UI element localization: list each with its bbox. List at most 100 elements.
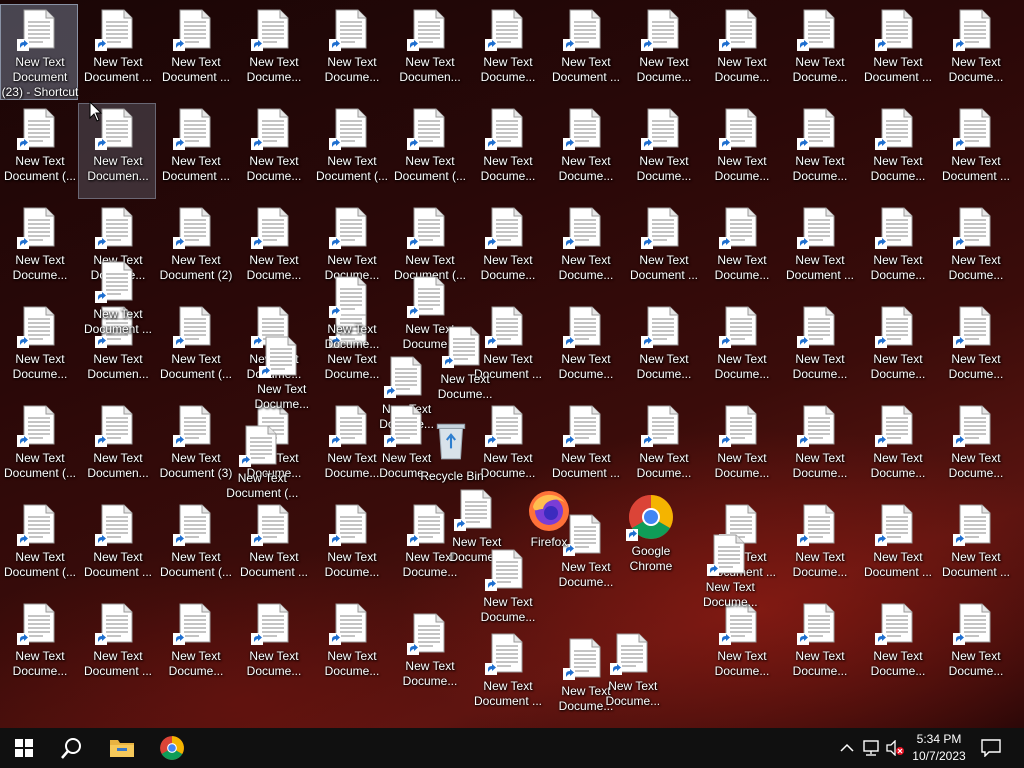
shortcut-arrow-icon (173, 237, 185, 249)
text-document-shortcut[interactable]: New Text Docume... (936, 301, 1014, 397)
firefox-label: Firefox (530, 535, 568, 549)
text-document-shortcut[interactable]: New Text Docume... (858, 301, 936, 397)
text-document-shortcut[interactable]: New Text Document (... (390, 103, 468, 199)
shortcut-arrow-icon (563, 435, 575, 447)
google-chrome-shortcut[interactable]: Google Chrome (611, 490, 689, 586)
text-document-shortcut[interactable]: New Text Docume... (0, 202, 78, 298)
shortcut-arrow-icon (719, 39, 731, 51)
text-document-shortcut[interactable]: New Text Docume... (0, 598, 78, 694)
icon-label: New Text Document (... (3, 451, 77, 480)
text-document-shortcut[interactable]: New Text Document ... (858, 499, 936, 595)
volume-button[interactable] (884, 736, 906, 760)
text-document-shortcut[interactable]: New Text Docume... (936, 4, 1014, 100)
text-document-shortcut[interactable]: New Text Docume... (624, 400, 702, 496)
clock[interactable]: 5:34 PM 10/7/2023 (908, 731, 970, 765)
text-document-shortcut[interactable]: New Text Document (... (0, 400, 78, 496)
text-document-shortcut[interactable]: New Text Docume... (702, 400, 780, 496)
text-document-shortcut[interactable]: New Text Document ... (78, 256, 156, 352)
text-document-shortcut[interactable]: New Text Document ... (936, 103, 1014, 199)
text-document-shortcut[interactable]: New Text Docume... (546, 103, 624, 199)
text-document-shortcut[interactable]: New Text Docume... (780, 400, 858, 496)
icon-label: New Text Docume... (870, 352, 926, 381)
chrome-taskbar-button[interactable] (148, 728, 196, 768)
text-document-shortcut[interactable]: New Text Documen... (78, 400, 156, 496)
text-document-shortcut[interactable]: New Text Docume... (624, 4, 702, 100)
text-document-shortcut[interactable]: New Text Document ... (780, 202, 858, 298)
text-document-shortcut[interactable]: New Text Document ... (624, 202, 702, 298)
firefox-shortcut[interactable]: Firefox (509, 484, 587, 580)
shortcut-arrow-icon (95, 39, 107, 51)
shortcut-arrow-icon (407, 39, 419, 51)
text-document-shortcut[interactable]: New Text Docume... (312, 499, 390, 595)
start-button[interactable] (0, 728, 48, 768)
text-document-shortcut[interactable]: New Text Documen... (390, 4, 468, 100)
text-document-shortcut[interactable]: New Text Docume... (468, 103, 546, 199)
text-document-shortcut[interactable]: New Text Docume... (624, 103, 702, 199)
text-document-shortcut[interactable]: New Text Docume... (702, 103, 780, 199)
text-document-shortcut[interactable]: New Text Document ... (468, 628, 546, 724)
text-document-shortcut[interactable]: New Text Docume... (780, 499, 858, 595)
text-document-shortcut[interactable]: New Text Docume... (546, 301, 624, 397)
text-document-shortcut[interactable]: New Text Document (... (312, 103, 390, 199)
text-document-shortcut[interactable]: New Text Document ... (156, 103, 234, 199)
search-button[interactable] (48, 728, 96, 768)
file-explorer-button[interactable] (98, 728, 146, 768)
text-document-shortcut[interactable]: New Text Document ... (858, 4, 936, 100)
text-document-shortcut[interactable]: New Text Docume... (156, 598, 234, 694)
text-document-shortcut[interactable]: New Text Docume... (702, 4, 780, 100)
text-document-shortcut[interactable]: New Text Docume... (390, 608, 468, 704)
text-document-shortcut[interactable]: New Text Document (2) (156, 202, 234, 298)
text-document-shortcut[interactable]: New Text Document (23) - Shortcut (0, 4, 78, 100)
text-document-shortcut[interactable]: New Text Docume... (936, 202, 1014, 298)
text-document-shortcut[interactable]: New Text Docume... (858, 103, 936, 199)
recycle-bin-shortcut[interactable]: Recycle Bin (412, 416, 490, 512)
text-document-shortcut[interactable]: New Text Docume... (234, 202, 312, 298)
text-document-shortcut[interactable]: New Text Document (... (156, 301, 234, 397)
text-document-shortcut[interactable]: New Text Docume... (234, 103, 312, 199)
text-document-shortcut[interactable]: New Text Document ... (78, 4, 156, 100)
text-document-shortcut[interactable]: New Text Document (... (0, 499, 78, 595)
text-document-shortcut[interactable]: New Text Document (... (222, 420, 300, 516)
text-document-shortcut[interactable]: New Text Docume... (858, 202, 936, 298)
text-document-shortcut[interactable]: New Text Docume... (780, 103, 858, 199)
text-document-shortcut[interactable]: New Text Docume... (690, 529, 768, 625)
text-document-shortcut[interactable]: New Text Docume... (858, 598, 936, 694)
text-document-shortcut[interactable]: New Text Docume... (0, 301, 78, 397)
icon-label: New Text Docume... (714, 154, 770, 183)
text-document-shortcut[interactable]: New Text Document ... (546, 4, 624, 100)
shortcut-arrow-icon (609, 662, 622, 675)
text-document-shortcut[interactable]: New Text Docume... (234, 4, 312, 100)
text-document-shortcut[interactable]: New Text Docume... (780, 301, 858, 397)
text-document-shortcut[interactable]: New Text Docume... (546, 202, 624, 298)
text-document-shortcut[interactable]: New Text Document ... (78, 499, 156, 595)
text-document-shortcut[interactable]: New Text Docume... (234, 598, 312, 694)
text-document-shortcut[interactable]: New Text Docume... (312, 598, 390, 694)
text-document-shortcut[interactable]: New Text Document ... (78, 598, 156, 694)
icon-label: New Text Docume... (948, 649, 1004, 678)
shortcut-arrow-icon (407, 534, 419, 546)
text-document-shortcut[interactable]: New Text Docume... (936, 598, 1014, 694)
text-document-shortcut[interactable]: New Text Docume... (312, 4, 390, 100)
text-document-shortcut[interactable]: New Text Docume... (780, 598, 858, 694)
shortcut-arrow-icon (797, 336, 809, 348)
text-document-shortcut[interactable]: New Text Docume... (468, 4, 546, 100)
text-document-shortcut[interactable]: New Text Docume... (702, 301, 780, 397)
text-document-shortcut[interactable]: New Text Docume... (936, 400, 1014, 496)
show-hidden-icons-button[interactable] (836, 736, 858, 760)
text-document-shortcut[interactable]: New Text Docume... (593, 628, 671, 724)
icon-label: New Text Document (... (393, 154, 467, 183)
text-document-shortcut[interactable]: New Text Document ... (156, 4, 234, 100)
text-document-shortcut[interactable]: New Text Docume... (702, 202, 780, 298)
search-icon (61, 738, 81, 759)
text-document-shortcut[interactable]: New Text Docume... (468, 202, 546, 298)
text-document-shortcut[interactable]: New Text Document ... (546, 400, 624, 496)
icon-label: New Text Docume... (246, 649, 302, 678)
notifications-button[interactable] (980, 736, 1002, 760)
text-document-shortcut[interactable]: New Text Document (... (0, 103, 78, 199)
text-document-shortcut[interactable]: New Text Docume... (858, 400, 936, 496)
text-document-shortcut[interactable]: New Text Docume... (624, 301, 702, 397)
network-button[interactable] (860, 736, 882, 760)
text-document-shortcut[interactable]: New Text Docume... (780, 4, 858, 100)
text-document-shortcut[interactable]: New Text Docume... (242, 331, 320, 427)
text-document-shortcut[interactable]: New Text Document ... (936, 499, 1014, 595)
